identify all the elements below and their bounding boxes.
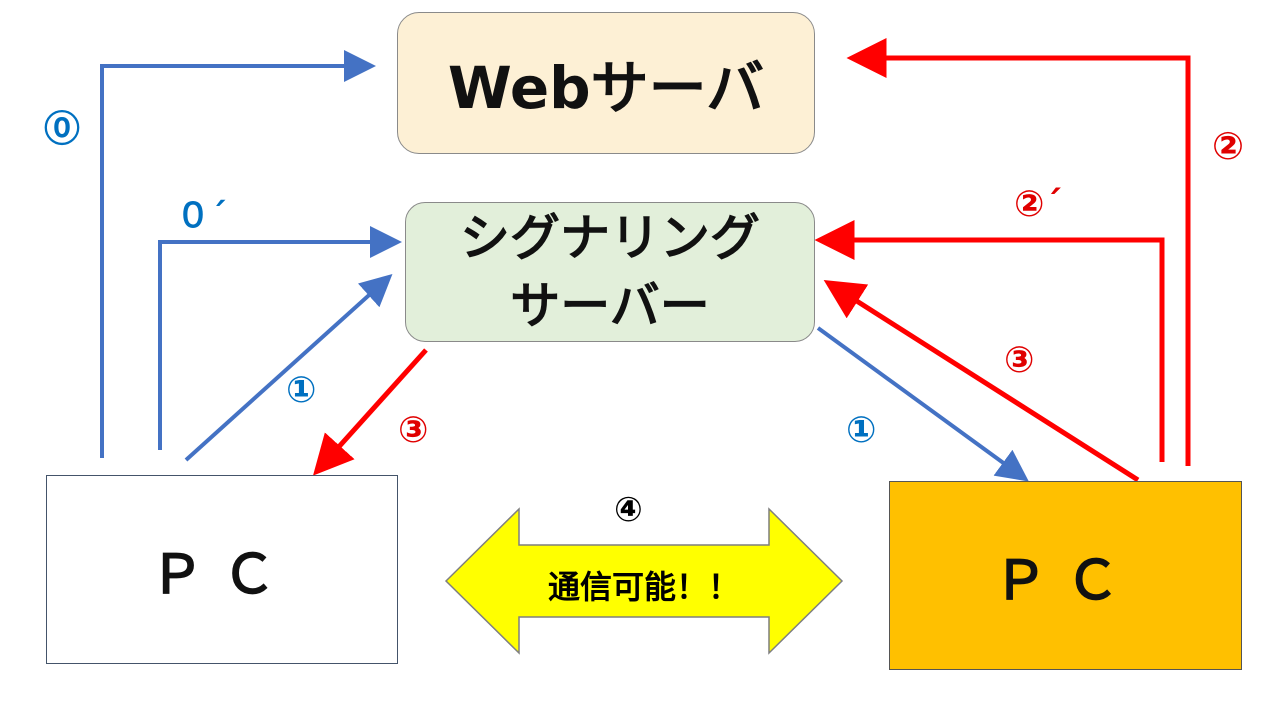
web-server-box: Webサーバ	[397, 12, 815, 154]
center-arrow-label: 通信可能！！	[547, 568, 740, 606]
pc-left-box: ＰＣ	[46, 475, 398, 664]
signaling-server-box: シグナリング サーバー	[405, 202, 815, 342]
signaling-server-label-line2: サーバー	[510, 277, 710, 335]
pc-right-box: ＰＣ	[889, 481, 1242, 670]
pc-right-label: ＰＣ	[993, 549, 1138, 612]
arrow-signaling-to-right-pc	[816, 326, 1029, 482]
step-label-left-0: ⓪	[44, 109, 81, 150]
signaling-server-label-line1: シグナリング	[460, 209, 760, 267]
step-label-center-4: ④	[614, 490, 643, 530]
web-server-label: Webサーバ	[447, 54, 765, 122]
step-label-right-1: ①	[846, 410, 877, 451]
arrow-left-pc-to-web	[100, 50, 376, 458]
step-label-left-0-prime: ０´	[176, 196, 227, 236]
step-label-left-3: ③	[398, 410, 429, 451]
step-label-right-2-prime: ②´	[1014, 184, 1063, 225]
arrow-left-pc-to-signaling-diagonal	[184, 273, 393, 462]
pc-left-label: ＰＣ	[150, 543, 294, 606]
arrow-left-pc-to-signaling-elbow	[158, 226, 402, 450]
step-label-right-3: ③	[1004, 340, 1035, 381]
step-label-right-2: ②	[1212, 124, 1245, 168]
step-label-left-1: ①	[286, 370, 317, 411]
